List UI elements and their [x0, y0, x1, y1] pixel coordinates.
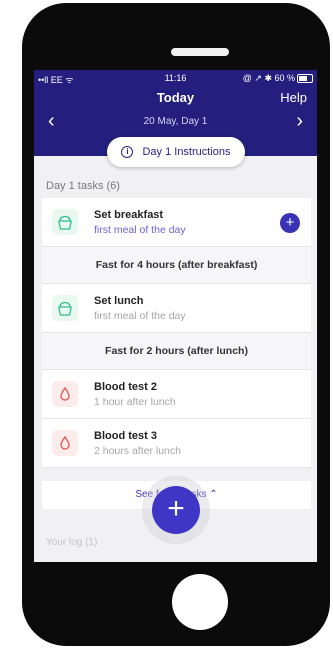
- task-name: Set lunch: [94, 295, 144, 307]
- add-fab-button[interactable]: +: [152, 486, 200, 534]
- task-subtitle: first meal of the day: [94, 310, 186, 322]
- fast-row: Fast for 4 hours (after breakfast): [42, 247, 311, 284]
- task-name: Blood test 2: [94, 381, 157, 393]
- phone-speaker: [171, 48, 229, 56]
- status-bar: ••ll EE ᯤ 11:16 @ ↗ ✱ 60 %: [34, 70, 317, 86]
- app-screen: ••ll EE ᯤ 11:16 @ ↗ ✱ 60 % Today Help ‹ …: [34, 70, 317, 562]
- meal-icon: [52, 209, 78, 235]
- meal-icon: [52, 295, 78, 321]
- task-name: Set breakfast: [94, 209, 164, 221]
- page-title: Today: [156, 90, 195, 105]
- tasks-list: Set breakfast first meal of the day + Fa…: [42, 198, 311, 468]
- chevron-right-icon[interactable]: ›: [296, 110, 303, 133]
- date-label: 20 May, Day 1: [143, 116, 208, 127]
- battery-icon: [297, 74, 313, 84]
- help-link[interactable]: Help: [280, 90, 307, 105]
- info-icon: i: [121, 146, 134, 158]
- day-instructions-button[interactable]: i Day 1 Instructions: [107, 137, 245, 167]
- add-task-button[interactable]: +: [280, 213, 300, 233]
- fast-row: Fast for 2 hours (after lunch): [42, 333, 311, 370]
- task-item-lunch[interactable]: Set lunch first meal of the day: [42, 284, 311, 333]
- task-item-blood-test-2[interactable]: Blood test 2 1 hour after lunch: [42, 370, 311, 419]
- blood-drop-icon: [52, 430, 78, 456]
- task-item-blood-test-3[interactable]: Blood test 3 2 hours after lunch: [42, 419, 311, 468]
- task-item-breakfast[interactable]: Set breakfast first meal of the day +: [42, 198, 311, 247]
- task-subtitle: 2 hours after lunch: [94, 445, 181, 457]
- home-button[interactable]: [172, 574, 228, 630]
- blood-drop-icon: [52, 381, 78, 407]
- task-subtitle: 1 hour after lunch: [94, 396, 176, 408]
- task-name: Blood test 3: [94, 430, 157, 442]
- task-subtitle: first meal of the day: [94, 224, 186, 236]
- tasks-section-title: Day 1 tasks (6): [46, 180, 120, 192]
- day-instructions-label: Day 1 Instructions: [142, 146, 231, 158]
- log-section-title: Your log (1): [46, 537, 98, 548]
- status-right-text: @ ↗ ✱ 60 %: [242, 73, 295, 83]
- status-indicators: @ ↗ ✱ 60 %: [243, 73, 313, 84]
